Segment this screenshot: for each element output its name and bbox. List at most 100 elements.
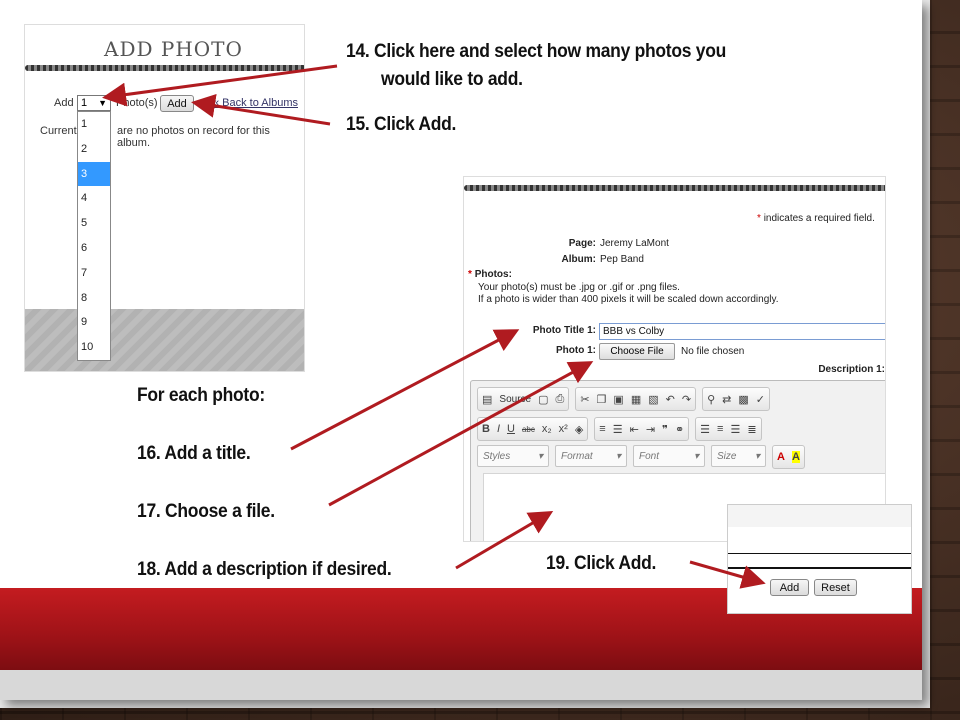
paste-word-icon[interactable]: ▧ xyxy=(648,393,658,406)
add-photo-title: ADD PHOTO xyxy=(104,37,243,61)
format-combo[interactable]: Format ▾ xyxy=(555,445,627,467)
dropdown-option[interactable]: 6 xyxy=(78,236,110,261)
select-value: 1 xyxy=(81,97,88,109)
justify-icon[interactable]: ≣ xyxy=(747,423,756,436)
size-label: Size xyxy=(717,450,737,462)
no-photos-message: are no photos on record for this album. xyxy=(117,125,270,149)
spellcheck-icon[interactable]: ✓ xyxy=(756,393,765,406)
page-label: Page: xyxy=(568,238,596,249)
redo-icon[interactable]: ↷ xyxy=(682,393,691,406)
align-toolbar-group: ☰ ≡ ☰ ≣ xyxy=(695,417,762,441)
background-color-icon[interactable]: A xyxy=(791,451,800,463)
source-button[interactable]: Source xyxy=(499,394,531,405)
photos-note-2: If a photo is wider than 400 pixels it w… xyxy=(478,294,779,305)
reset-button[interactable]: Reset xyxy=(814,579,857,596)
for-each-photo-heading: For each photo: xyxy=(137,385,265,406)
editor-toolbar-row-3: Styles ▾ Format ▾ Font ▾ Size ▾ A A xyxy=(477,445,805,469)
find-icon[interactable]: ⚲ xyxy=(707,393,715,406)
chevron-down-icon: ▾ xyxy=(693,450,699,462)
link-icon[interactable]: ⚭ xyxy=(675,423,684,436)
paste-text-icon[interactable]: ▦ xyxy=(631,393,641,406)
no-file-chosen-text: No file chosen xyxy=(681,346,745,357)
photos-label: Photos: xyxy=(474,269,512,280)
dropdown-option[interactable]: 10 xyxy=(78,335,110,360)
numbered-list-icon[interactable]: ≡ xyxy=(599,423,605,435)
bulleted-list-icon[interactable]: ☰ xyxy=(613,423,623,436)
wavy-divider xyxy=(464,185,885,191)
styles-combo[interactable]: Styles ▾ xyxy=(477,445,549,467)
required-star: * xyxy=(468,269,472,280)
remove-format-icon[interactable]: ◈ xyxy=(575,423,583,436)
undo-icon[interactable]: ↶ xyxy=(666,393,675,406)
editor-toolbar-row-2: B I U abc x₂ x² ◈ ≡ ☰ ⇤ ⇥ ❞ ⚭ ☰ ≡ ☰ ≣ xyxy=(477,417,762,441)
photo-title-input[interactable]: BBB vs Colby xyxy=(599,323,885,340)
copy-icon[interactable]: ❐ xyxy=(597,393,607,406)
step-14-line-1: 14. Click here and select how many photo… xyxy=(346,41,727,62)
replace-icon[interactable]: ⇄ xyxy=(722,393,731,406)
dropdown-option[interactable]: 8 xyxy=(78,286,110,311)
select-all-icon[interactable]: ▩ xyxy=(738,393,748,406)
add-label: Add xyxy=(54,97,74,109)
page-value: Jeremy LaMont xyxy=(600,238,669,249)
add-photos-button[interactable]: Add xyxy=(160,95,194,112)
dropdown-option[interactable]: 9 xyxy=(78,310,110,335)
step-19: 19. Click Add. xyxy=(546,553,657,574)
editor-toolbar-row-1: ▤ Source ▢ ⎙ ✂ ❐ ▣ ▦ ▧ ↶ ↷ ⚲ ⇄ ▩ ✓ xyxy=(477,387,770,411)
photo-count-dropdown: 1 2 3 4 5 6 7 8 9 10 xyxy=(77,111,111,361)
paste-icon[interactable]: ▣ xyxy=(613,393,623,406)
font-label: Font xyxy=(639,450,660,462)
submit-panel-gray-top xyxy=(728,505,911,527)
chevron-down-icon: ▾ xyxy=(615,450,621,462)
format-label: Format xyxy=(561,450,593,462)
clipboard-toolbar-group: ✂ ❐ ▣ ▦ ▧ ↶ ↷ xyxy=(575,387,697,411)
list-toolbar-group: ≡ ☰ ⇤ ⇥ ❞ ⚭ xyxy=(594,417,690,441)
bold-icon[interactable]: B xyxy=(482,423,490,435)
photo-form-panel: * indicates a required field. Page: Jere… xyxy=(463,176,886,542)
underline-icon[interactable]: U xyxy=(507,423,515,435)
submit-add-button[interactable]: Add xyxy=(770,579,809,596)
photos-section-label: * Photos: xyxy=(468,269,512,280)
align-left-icon[interactable]: ☰ xyxy=(700,423,710,436)
choose-file-button[interactable]: Choose File xyxy=(599,343,675,360)
source-icon[interactable]: ▤ xyxy=(482,393,492,406)
photo-title-label: Photo Title 1: xyxy=(532,325,596,336)
align-center-icon[interactable]: ≡ xyxy=(717,423,723,435)
source-toolbar-group: ▤ Source ▢ ⎙ xyxy=(477,387,570,411)
subscript-icon[interactable]: x₂ xyxy=(542,423,552,435)
chevron-down-icon: ▾ xyxy=(537,450,543,462)
dropdown-option[interactable]: 1 xyxy=(78,112,110,137)
photos-label: Photo(s) xyxy=(116,97,158,109)
dropdown-option[interactable]: 7 xyxy=(78,261,110,286)
italic-icon[interactable]: I xyxy=(497,423,500,435)
preview-icon[interactable]: ▢ xyxy=(538,393,548,406)
slide-bottom-strip xyxy=(0,670,922,700)
find-toolbar-group: ⚲ ⇄ ▩ ✓ xyxy=(702,387,770,411)
print-icon[interactable]: ⎙ xyxy=(556,393,565,406)
dropdown-option[interactable]: 2 xyxy=(78,137,110,162)
required-note: * indicates a required field. xyxy=(757,213,875,224)
chevron-down-icon: ▾ xyxy=(754,450,760,462)
submit-panel: Add Reset xyxy=(727,504,912,614)
dropdown-option[interactable]: 5 xyxy=(78,211,110,236)
photos-note-1: Your photo(s) must be .jpg or .gif or .p… xyxy=(478,282,680,293)
photo-count-select[interactable]: 1 ▼ xyxy=(77,95,111,111)
size-combo[interactable]: Size ▾ xyxy=(711,445,766,467)
blockquote-icon[interactable]: ❞ xyxy=(662,423,668,436)
step-15: 15. Click Add. xyxy=(346,114,457,135)
indent-icon[interactable]: ⇥ xyxy=(646,423,655,436)
step-18: 18. Add a description if desired. xyxy=(137,559,392,580)
step-17: 17. Choose a file. xyxy=(137,501,275,522)
dropdown-option[interactable]: 4 xyxy=(78,186,110,211)
superscript-icon[interactable]: x² xyxy=(559,423,568,435)
font-combo[interactable]: Font ▾ xyxy=(633,445,705,467)
dropdown-option-selected[interactable]: 3 xyxy=(78,161,110,187)
text-color-icon[interactable]: A xyxy=(777,451,785,463)
step-16: 16. Add a title. xyxy=(137,443,251,464)
back-to-albums-link[interactable]: « Back to Albums xyxy=(213,97,298,109)
align-right-icon[interactable]: ☰ xyxy=(730,423,740,436)
styles-label: Styles xyxy=(483,450,511,462)
cut-icon[interactable]: ✂ xyxy=(580,393,589,406)
album-label: Album: xyxy=(561,254,596,265)
strikethrough-icon[interactable]: abc xyxy=(522,425,535,434)
outdent-icon[interactable]: ⇤ xyxy=(630,423,639,436)
